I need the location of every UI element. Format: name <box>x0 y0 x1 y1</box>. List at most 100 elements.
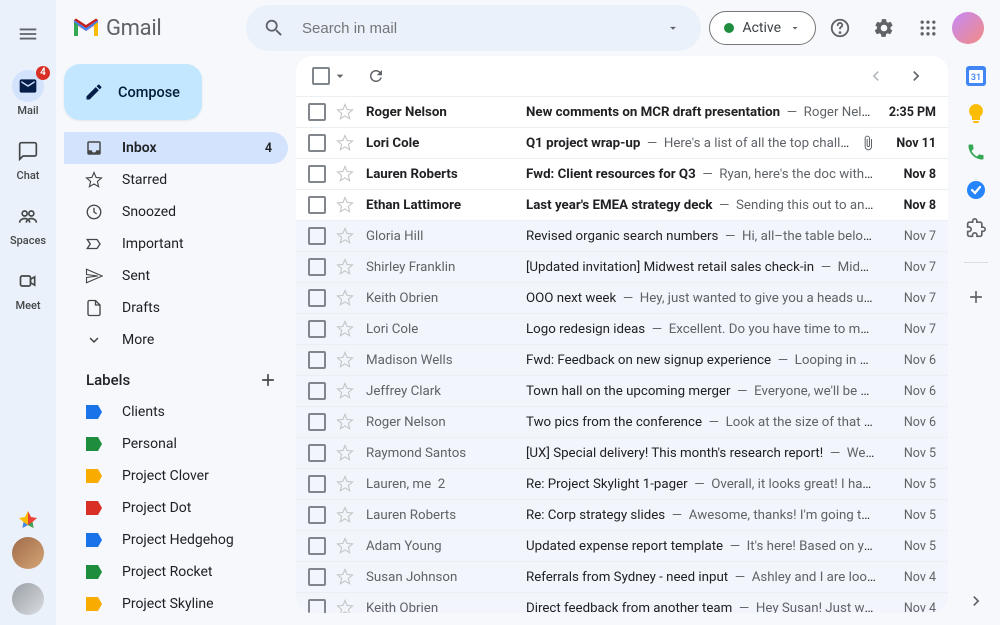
keep-app-button[interactable] <box>966 104 986 124</box>
rail-item-meet[interactable]: Meet <box>0 257 56 322</box>
status-chip[interactable]: Active <box>709 11 816 45</box>
compose-button[interactable]: Compose <box>64 64 202 120</box>
email-checkbox[interactable] <box>308 320 326 338</box>
star-button[interactable] <box>336 258 356 276</box>
email-checkbox[interactable] <box>308 444 326 462</box>
addons-app-button[interactable] <box>966 218 986 238</box>
email-row[interactable]: Shirley Franklin [Updated invitation] Mi… <box>296 251 948 282</box>
email-checkbox[interactable] <box>308 382 326 400</box>
labels-more[interactable]: More <box>64 620 288 625</box>
search-options-button[interactable] <box>653 8 693 48</box>
label-item[interactable]: Project Dot <box>64 492 288 524</box>
email-checkbox[interactable] <box>308 599 326 613</box>
rail-avatar-2[interactable] <box>12 583 44 615</box>
nav-item-inbox[interactable]: Inbox4 <box>64 132 288 164</box>
apps-button[interactable] <box>908 8 948 48</box>
next-page-button[interactable] <box>896 56 936 96</box>
email-row[interactable]: Lori Cole Q1 project wrap-up — Here's a … <box>296 127 948 158</box>
email-checkbox[interactable] <box>308 227 326 245</box>
label-item[interactable]: Project Clover <box>64 460 288 492</box>
email-date: Nov 7 <box>886 229 936 244</box>
star-button[interactable] <box>336 134 356 152</box>
get-addons-button[interactable] <box>966 287 986 307</box>
account-avatar[interactable] <box>952 12 984 44</box>
email-checkbox[interactable] <box>308 351 326 369</box>
label-item[interactable]: Project Hedgehog <box>64 524 288 556</box>
email-checkbox[interactable] <box>308 196 326 214</box>
email-row[interactable]: Lauren Roberts Fwd: Client resources for… <box>296 158 948 189</box>
add-label-button[interactable] <box>258 370 278 390</box>
nav-item-snoozed[interactable]: Snoozed <box>64 196 288 228</box>
email-row[interactable]: Roger Nelson New comments on MCR draft p… <box>296 96 948 127</box>
email-row[interactable]: Ethan Lattimore Last year's EMEA strateg… <box>296 189 948 220</box>
star-button[interactable] <box>336 382 356 400</box>
nav-item-starred[interactable]: Starred <box>64 164 288 196</box>
star-button[interactable] <box>336 568 356 586</box>
support-button[interactable] <box>820 8 860 48</box>
star-button[interactable] <box>336 227 356 245</box>
rail-item-spaces[interactable]: Spaces <box>0 192 56 257</box>
search-button[interactable] <box>254 8 294 48</box>
hide-panel-button[interactable] <box>966 591 986 611</box>
email-checkbox[interactable] <box>308 475 326 493</box>
label-item[interactable]: Clients <box>64 396 288 428</box>
email-checkbox[interactable] <box>308 413 326 431</box>
star-button[interactable] <box>336 351 356 369</box>
email-checkbox[interactable] <box>308 289 326 307</box>
star-button[interactable] <box>336 444 356 462</box>
email-row[interactable]: Lauren, me 2 Re: Project Skylight 1-page… <box>296 468 948 499</box>
email-checkbox[interactable] <box>308 103 326 121</box>
nav-item-important[interactable]: Important <box>64 228 288 260</box>
search-input[interactable] <box>302 20 645 37</box>
star-button[interactable] <box>336 506 356 524</box>
email-row[interactable]: Raymond Santos [UX] Special delivery! Th… <box>296 437 948 468</box>
tasks-app-button[interactable] <box>966 180 986 200</box>
email-row[interactable]: Keith Obrien OOO next week — Hey, just w… <box>296 282 948 313</box>
sp-app-3[interactable] <box>966 142 986 162</box>
star-button[interactable] <box>336 320 356 338</box>
settings-button[interactable] <box>864 8 904 48</box>
email-checkbox[interactable] <box>308 568 326 586</box>
email-sender: Lauren, me 2 <box>366 477 516 492</box>
prev-page-button[interactable] <box>856 56 896 96</box>
nav-item-drafts[interactable]: Drafts <box>64 292 288 324</box>
star-icon <box>336 475 354 493</box>
email-checkbox[interactable] <box>308 258 326 276</box>
rail-item-mail[interactable]: 4Mail <box>0 62 56 127</box>
email-checkbox[interactable] <box>308 134 326 152</box>
nav-item-more[interactable]: More <box>64 324 288 356</box>
calendar-app-button[interactable]: 31 <box>966 66 986 86</box>
select-dropdown-icon[interactable] <box>332 68 348 84</box>
email-row[interactable]: Susan Johnson Referrals from Sydney - ne… <box>296 561 948 592</box>
star-button[interactable] <box>336 413 356 431</box>
star-button[interactable] <box>336 196 356 214</box>
email-row[interactable]: Jeffrey Clark Town hall on the upcoming … <box>296 375 948 406</box>
star-button[interactable] <box>336 165 356 183</box>
rail-item-chat[interactable]: Chat <box>0 127 56 192</box>
search-bar[interactable] <box>246 5 701 51</box>
email-row[interactable]: Lauren Roberts Re: Corp strategy slides … <box>296 499 948 530</box>
email-row[interactable]: Roger Nelson Two pics from the conferenc… <box>296 406 948 437</box>
email-checkbox[interactable] <box>308 165 326 183</box>
label-item[interactable]: Personal <box>64 428 288 460</box>
star-button[interactable] <box>336 103 356 121</box>
label-item[interactable]: Project Skyline <box>64 588 288 620</box>
star-button[interactable] <box>336 599 356 613</box>
star-button[interactable] <box>336 289 356 307</box>
email-row[interactable]: Gloria Hill Revised organic search numbe… <box>296 220 948 251</box>
brand[interactable]: Gmail <box>64 16 238 41</box>
email-row[interactable]: Keith Obrien Direct feedback from anothe… <box>296 592 948 613</box>
email-checkbox[interactable] <box>308 506 326 524</box>
email-row[interactable]: Madison Wells Fwd: Feedback on new signu… <box>296 344 948 375</box>
email-row[interactable]: Adam Young Updated expense report templa… <box>296 530 948 561</box>
nav-item-sent[interactable]: Sent <box>64 260 288 292</box>
email-checkbox[interactable] <box>308 537 326 555</box>
star-button[interactable] <box>336 537 356 555</box>
select-all-checkbox[interactable] <box>312 67 330 85</box>
email-row[interactable]: Lori Cole Logo redesign ideas — Excellen… <box>296 313 948 344</box>
main-menu-button[interactable] <box>4 10 52 58</box>
refresh-button[interactable] <box>356 56 396 96</box>
label-item[interactable]: Project Rocket <box>64 556 288 588</box>
star-button[interactable] <box>336 475 356 493</box>
rail-avatar-1[interactable] <box>12 537 44 569</box>
